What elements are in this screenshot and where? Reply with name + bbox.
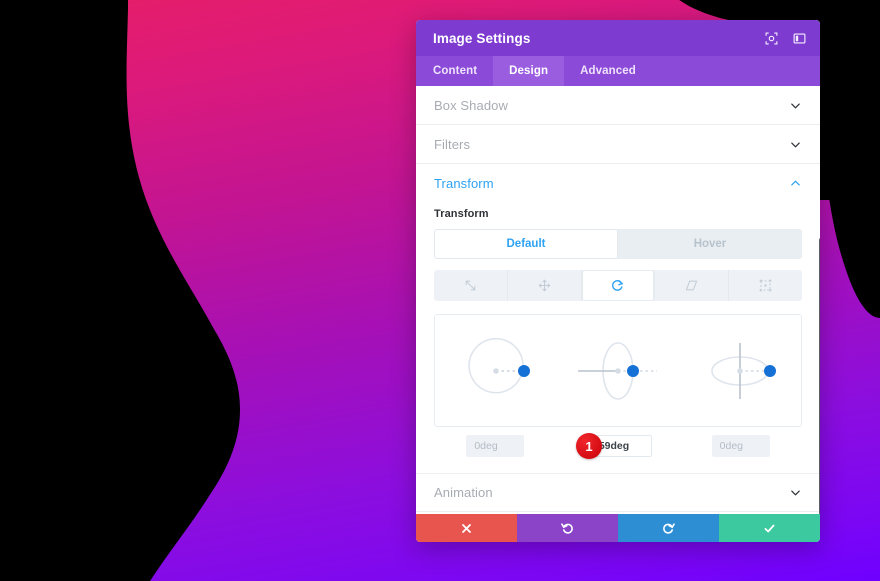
rotate-z-handle bbox=[518, 364, 530, 377]
transform-field-label: Transform bbox=[434, 208, 489, 220]
page-title: Image Settings bbox=[433, 30, 531, 46]
rotate-y-value-cell: 1 359deg bbox=[562, 433, 674, 459]
section-animation[interactable]: Animation bbox=[416, 473, 820, 512]
transform-section-body: Transform Default Hover 0deg 1 359deg 0d… bbox=[416, 208, 820, 473]
section-transform[interactable]: Transform bbox=[416, 164, 820, 203]
chevron-down-icon bbox=[789, 138, 802, 151]
section-filters[interactable]: Filters bbox=[416, 125, 820, 164]
undo-button[interactable] bbox=[517, 514, 618, 542]
step-badge: 1 bbox=[575, 433, 602, 459]
save-button[interactable] bbox=[719, 514, 820, 542]
tab-design[interactable]: Design bbox=[493, 56, 565, 86]
state-hover-button[interactable]: Hover bbox=[618, 229, 802, 259]
modal-header: Image Settings bbox=[416, 20, 820, 56]
rotate-y-handle bbox=[627, 364, 639, 377]
tab-advanced[interactable]: Advanced bbox=[564, 56, 652, 86]
chevron-up-icon bbox=[789, 177, 802, 190]
panel-scrollbar[interactable] bbox=[819, 238, 820, 514]
rotate-x-input[interactable]: 0deg bbox=[711, 435, 770, 457]
tab-content[interactable]: Content bbox=[416, 56, 493, 86]
section-animation-label: Animation bbox=[434, 485, 493, 500]
rotate-x-handle bbox=[764, 364, 776, 377]
rotate-z-value-cell: 0deg bbox=[439, 435, 551, 457]
rotate-z-input[interactable]: 0deg bbox=[466, 435, 525, 457]
check-icon bbox=[763, 522, 776, 535]
rotate-z-dial[interactable] bbox=[441, 331, 551, 411]
skew-icon[interactable] bbox=[655, 270, 730, 301]
chevron-down-icon bbox=[789, 99, 802, 112]
translate-icon[interactable] bbox=[508, 270, 582, 301]
undo-icon bbox=[561, 522, 574, 535]
state-toggle: Default Hover bbox=[434, 229, 802, 259]
redo-icon bbox=[662, 522, 675, 535]
rotate-y-dial[interactable] bbox=[563, 331, 673, 411]
state-default-button[interactable]: Default bbox=[434, 229, 618, 259]
scale-icon[interactable] bbox=[434, 270, 508, 301]
section-box-shadow-label: Box Shadow bbox=[434, 97, 508, 113]
modal-body: Box Shadow Filters Transform Transform D… bbox=[416, 86, 820, 514]
rotation-preview-box bbox=[434, 314, 802, 427]
layout-toggle-icon[interactable] bbox=[792, 31, 806, 45]
section-transform-label: Transform bbox=[434, 176, 494, 191]
chevron-down-icon bbox=[789, 486, 802, 499]
rotate-icon[interactable] bbox=[581, 270, 656, 301]
transform-mode-row bbox=[434, 270, 802, 301]
tab-bar: Content Design Advanced bbox=[416, 56, 820, 86]
rotate-x-dial[interactable] bbox=[685, 331, 795, 411]
image-settings-modal: Image Settings Content Design Advanced B… bbox=[416, 20, 820, 542]
close-icon bbox=[461, 523, 472, 534]
modal-footer bbox=[416, 514, 820, 542]
rotate-x-value-cell: 0deg bbox=[685, 435, 797, 457]
section-filters-label: Filters bbox=[434, 136, 471, 152]
rotation-values-row: 0deg 1 359deg 0deg bbox=[434, 433, 802, 459]
origin-icon[interactable] bbox=[729, 270, 802, 301]
fullscreen-icon[interactable] bbox=[764, 31, 778, 45]
header-icon-group bbox=[764, 31, 806, 45]
redo-button[interactable] bbox=[618, 514, 719, 542]
section-box-shadow[interactable]: Box Shadow bbox=[416, 86, 820, 125]
cancel-button[interactable] bbox=[416, 514, 517, 542]
